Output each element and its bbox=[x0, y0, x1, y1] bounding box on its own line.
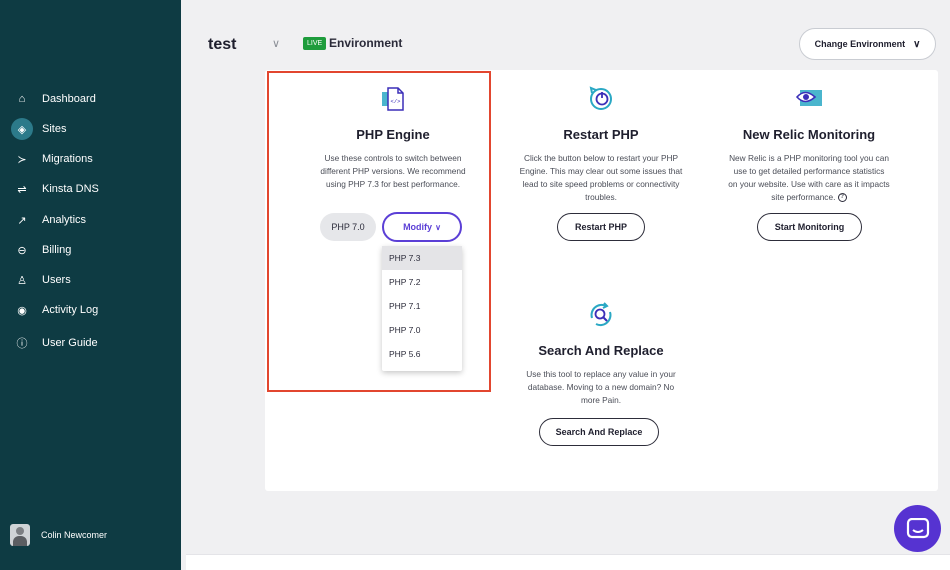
desc-line: site performance. ? bbox=[699, 191, 919, 204]
billing-icon: ⊖ bbox=[17, 244, 27, 257]
sidebar-item-label: User Guide bbox=[42, 337, 98, 349]
start-monitoring-button[interactable]: Start Monitoring bbox=[757, 213, 862, 241]
current-php-version: PHP 7.0 bbox=[320, 213, 376, 241]
sidebar-item-analytics[interactable]: ↗ Analytics bbox=[0, 207, 181, 233]
restart-php-tool: Restart PHP Click the button below to re… bbox=[491, 84, 711, 204]
sidebar-item-label: Dashboard bbox=[42, 93, 96, 105]
migrate-icon: ≻ bbox=[17, 153, 27, 166]
modify-label: Modify bbox=[403, 222, 433, 232]
trend-icon: ↗ bbox=[17, 214, 27, 227]
desc-line: Engine. This may clear out some issues t… bbox=[519, 166, 683, 176]
search-replace-tool: Search And Replace Use this tool to repl… bbox=[491, 300, 711, 407]
desc-line: on your website. Use with care as it imp… bbox=[728, 179, 890, 189]
modify-button[interactable]: Modify ∨ bbox=[382, 212, 462, 242]
php-option-7-0[interactable]: PHP 7.0 bbox=[382, 318, 462, 342]
sidebar-item-label: Activity Log bbox=[42, 304, 99, 316]
desc-line: lead to site speed problems or connectiv… bbox=[522, 179, 680, 189]
sidebar-item-label: Sites bbox=[42, 123, 67, 135]
sidebar-item-migrations[interactable]: ≻ Migrations bbox=[0, 146, 181, 172]
change-environment-label: Change Environment bbox=[814, 39, 906, 49]
eye-icon: ◉ bbox=[17, 304, 27, 317]
sidebar-item-activity-log[interactable]: ◉ Activity Log bbox=[0, 297, 181, 323]
environment-label: Environment bbox=[329, 36, 403, 50]
avatar bbox=[10, 524, 30, 546]
sidebar: ⌂ Dashboard ◈ Sites ≻ Migrations ⇌ Kinst… bbox=[0, 0, 181, 570]
sidebar-item-label: Migrations bbox=[42, 153, 93, 165]
php-option-7-2[interactable]: PHP 7.2 bbox=[382, 270, 462, 294]
new-relic-tool: New Relic Monitoring New Relic is a PHP … bbox=[699, 84, 919, 204]
desc-line: more Pain. bbox=[580, 395, 622, 405]
restart-php-button[interactable]: Restart PHP bbox=[557, 213, 645, 241]
chat-button[interactable] bbox=[894, 505, 941, 552]
dns-icon: ⇌ bbox=[17, 183, 27, 196]
info-icon: ⓘ bbox=[16, 338, 28, 350]
sidebar-item-label: Kinsta DNS bbox=[42, 183, 99, 195]
chevron-down-icon[interactable]: ∨ bbox=[272, 37, 280, 50]
php-engine-description: Use these controls to switch between dif… bbox=[283, 152, 503, 191]
home-icon: ⌂ bbox=[18, 93, 26, 105]
desc-line: database. Moving to a new domain? No bbox=[527, 382, 675, 392]
help-icon[interactable]: ? bbox=[837, 193, 847, 203]
new-relic-title: New Relic Monitoring bbox=[742, 127, 876, 142]
desc-line: different PHP versions. We recommend bbox=[320, 166, 466, 176]
php-option-7-1[interactable]: PHP 7.1 bbox=[382, 294, 462, 318]
svg-text:</>: </> bbox=[391, 98, 401, 105]
sidebar-item-label: Billing bbox=[42, 244, 72, 256]
restart-icon bbox=[586, 84, 616, 114]
footer-bar bbox=[186, 554, 950, 570]
desc-line: troubles. bbox=[585, 192, 617, 202]
chevron-down-icon: ∨ bbox=[913, 38, 921, 50]
desc-line: Use this tool to replace any value in yo… bbox=[526, 369, 676, 379]
sidebar-item-dashboard[interactable]: ⌂ Dashboard bbox=[0, 86, 181, 112]
user-profile[interactable]: Colin Newcomer bbox=[10, 524, 107, 546]
new-relic-description: New Relic is a PHP monitoring tool you c… bbox=[699, 152, 919, 204]
php-option-5-6[interactable]: PHP 5.6 bbox=[382, 342, 462, 366]
change-environment-button[interactable]: Change Environment ∨ bbox=[799, 28, 936, 60]
desc-line: use to get detailed performance statisti… bbox=[733, 166, 885, 176]
php-option-7-3[interactable]: PHP 7.3 bbox=[382, 246, 462, 270]
php-engine-title: PHP Engine bbox=[356, 127, 430, 142]
desc-line: Click the button below to restart your P… bbox=[523, 153, 679, 163]
sidebar-item-label: Analytics bbox=[42, 214, 87, 226]
search-replace-button[interactable]: Search And Replace bbox=[539, 418, 659, 446]
search-replace-title: Search And Replace bbox=[538, 343, 664, 358]
restart-php-title: Restart PHP bbox=[563, 127, 639, 142]
chevron-down-icon: ∨ bbox=[435, 222, 441, 232]
layers-icon: ◈ bbox=[11, 118, 33, 140]
restart-php-description: Click the button below to restart your P… bbox=[491, 152, 711, 204]
add-user-icon: ♙ bbox=[17, 274, 27, 287]
search-replace-description: Use this tool to replace any value in yo… bbox=[491, 368, 711, 407]
live-badge: LIVE bbox=[303, 37, 327, 50]
site-name[interactable]: test bbox=[208, 36, 236, 54]
php-engine-tool: </> PHP Engine Use these controls to swi… bbox=[283, 84, 503, 191]
desc-line: Use these controls to switch between bbox=[324, 153, 462, 163]
sidebar-item-user-guide[interactable]: ⓘ User Guide bbox=[0, 330, 181, 356]
monitor-eye-icon bbox=[794, 84, 824, 114]
sidebar-item-billing[interactable]: ⊖ Billing bbox=[0, 237, 181, 263]
desc-line: using PHP 7.3 for best performance. bbox=[325, 179, 461, 189]
search-replace-icon bbox=[586, 300, 616, 330]
php-file-icon: </> bbox=[378, 84, 408, 114]
chat-icon bbox=[906, 517, 929, 538]
php-version-dropdown: PHP 7.3 PHP 7.2 PHP 7.1 PHP 7.0 PHP 5.6 bbox=[382, 246, 462, 371]
sidebar-item-label: Users bbox=[42, 274, 71, 286]
desc-line: New Relic is a PHP monitoring tool you c… bbox=[729, 153, 889, 163]
sidebar-item-sites[interactable]: ◈ Sites bbox=[0, 116, 181, 142]
user-name: Colin Newcomer bbox=[41, 530, 108, 540]
sidebar-item-kinsta-dns[interactable]: ⇌ Kinsta DNS bbox=[0, 176, 181, 202]
sidebar-item-users[interactable]: ♙ Users bbox=[0, 267, 181, 293]
